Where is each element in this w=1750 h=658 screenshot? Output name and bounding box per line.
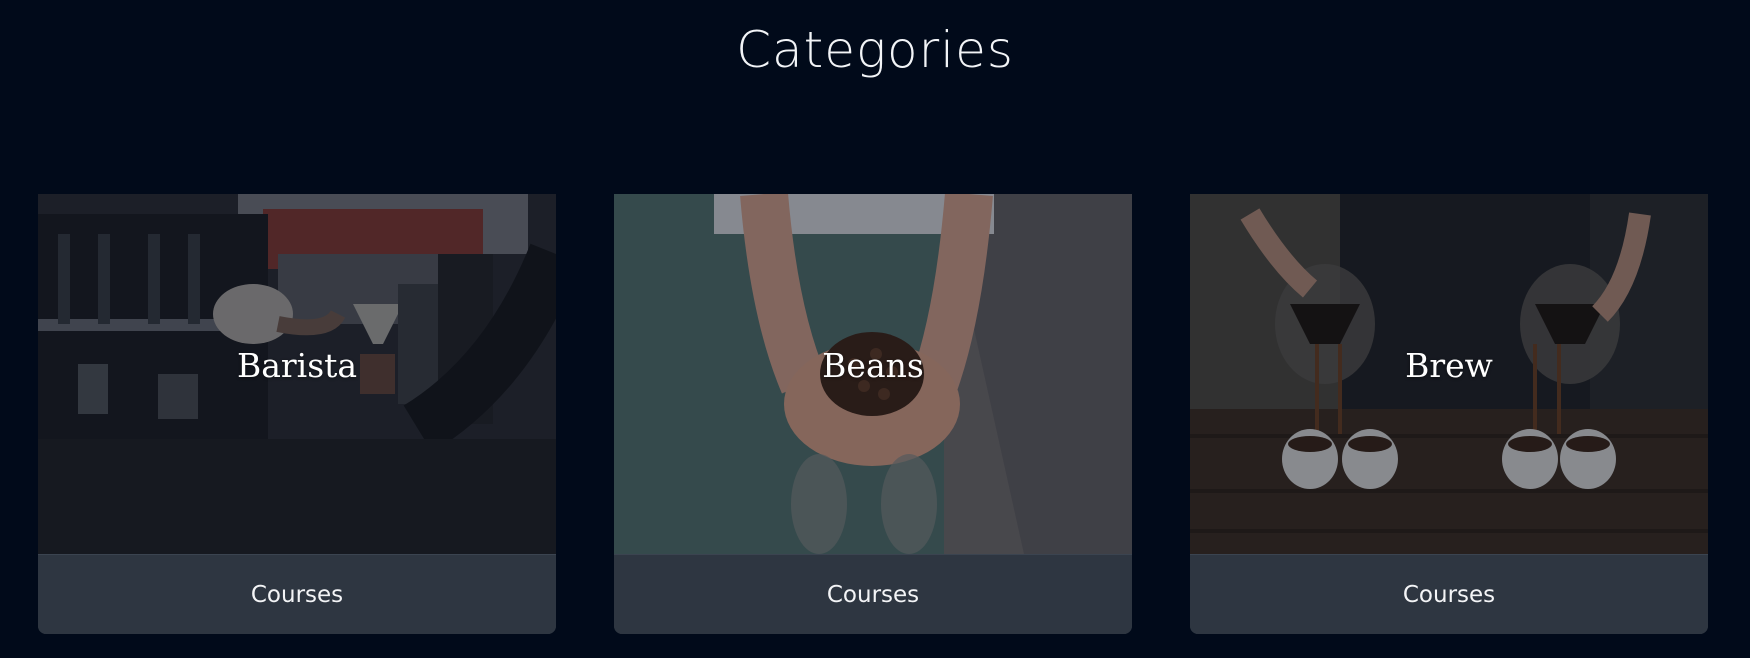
courses-link[interactable]: Courses [38,554,556,634]
courses-link[interactable]: Courses [1190,554,1708,634]
courses-label: Courses [250,582,344,608]
page-title: Categories [736,21,1014,79]
brew-image[interactable]: Brew [1190,194,1708,554]
category-card-barista[interactable]: Barista Courses [38,194,556,634]
courses-label: Courses [1402,582,1496,608]
barista-image[interactable]: Barista [38,194,556,554]
courses-link[interactable]: Courses [614,554,1132,634]
category-cards: Barista Courses Beans Courses Brew Cours… [38,194,1708,634]
card-title: Barista [236,346,358,385]
card-title: Beans [822,346,924,385]
category-card-beans[interactable]: Beans Courses [614,194,1132,634]
courses-label: Courses [826,582,920,608]
card-title: Brew [1405,346,1493,385]
category-card-brew[interactable]: Brew Courses [1190,194,1708,634]
beans-image[interactable]: Beans [614,194,1132,554]
